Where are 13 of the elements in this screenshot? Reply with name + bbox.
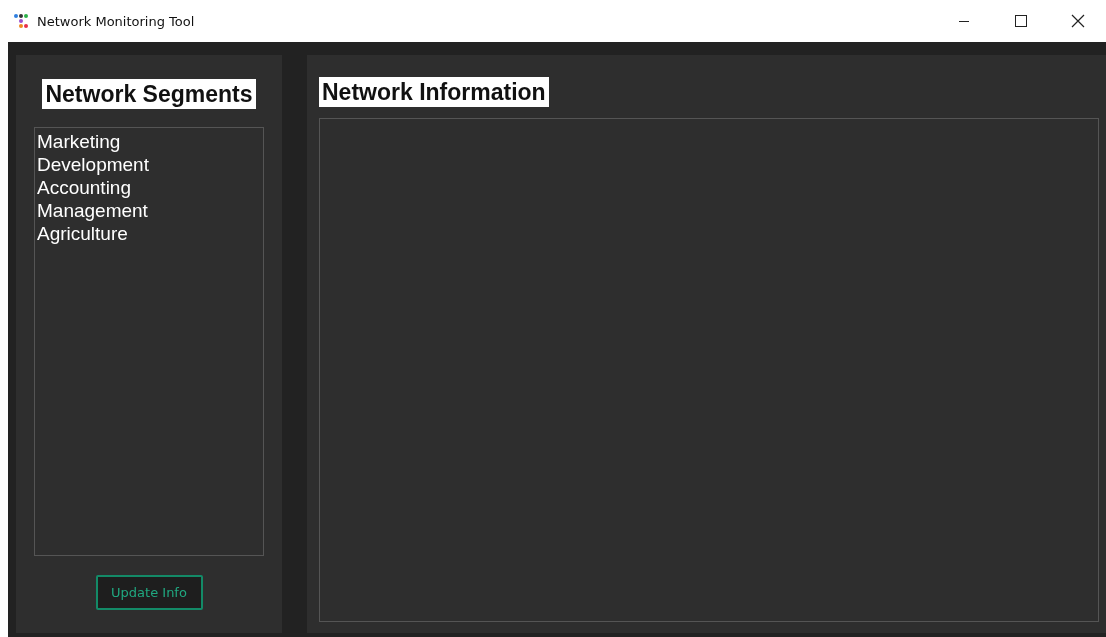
- maximize-icon: [1014, 15, 1027, 27]
- app-icon: [13, 13, 29, 29]
- close-icon: [1070, 14, 1085, 28]
- list-item[interactable]: Accounting: [37, 176, 261, 199]
- window-title: Network Monitoring Tool: [37, 13, 195, 29]
- list-item[interactable]: Marketing: [37, 130, 261, 153]
- update-button[interactable]: Update Info: [95, 575, 203, 610]
- list-item[interactable]: Agriculture: [37, 222, 261, 245]
- list-item[interactable]: Management: [37, 199, 261, 222]
- segment-list[interactable]: Marketing Development Accounting Management Agriculture: [34, 127, 264, 556]
- panel-heading: Network Information: [319, 77, 549, 107]
- panel-heading: Network Segments: [42, 79, 256, 109]
- list-item[interactable]: Development: [37, 153, 261, 176]
